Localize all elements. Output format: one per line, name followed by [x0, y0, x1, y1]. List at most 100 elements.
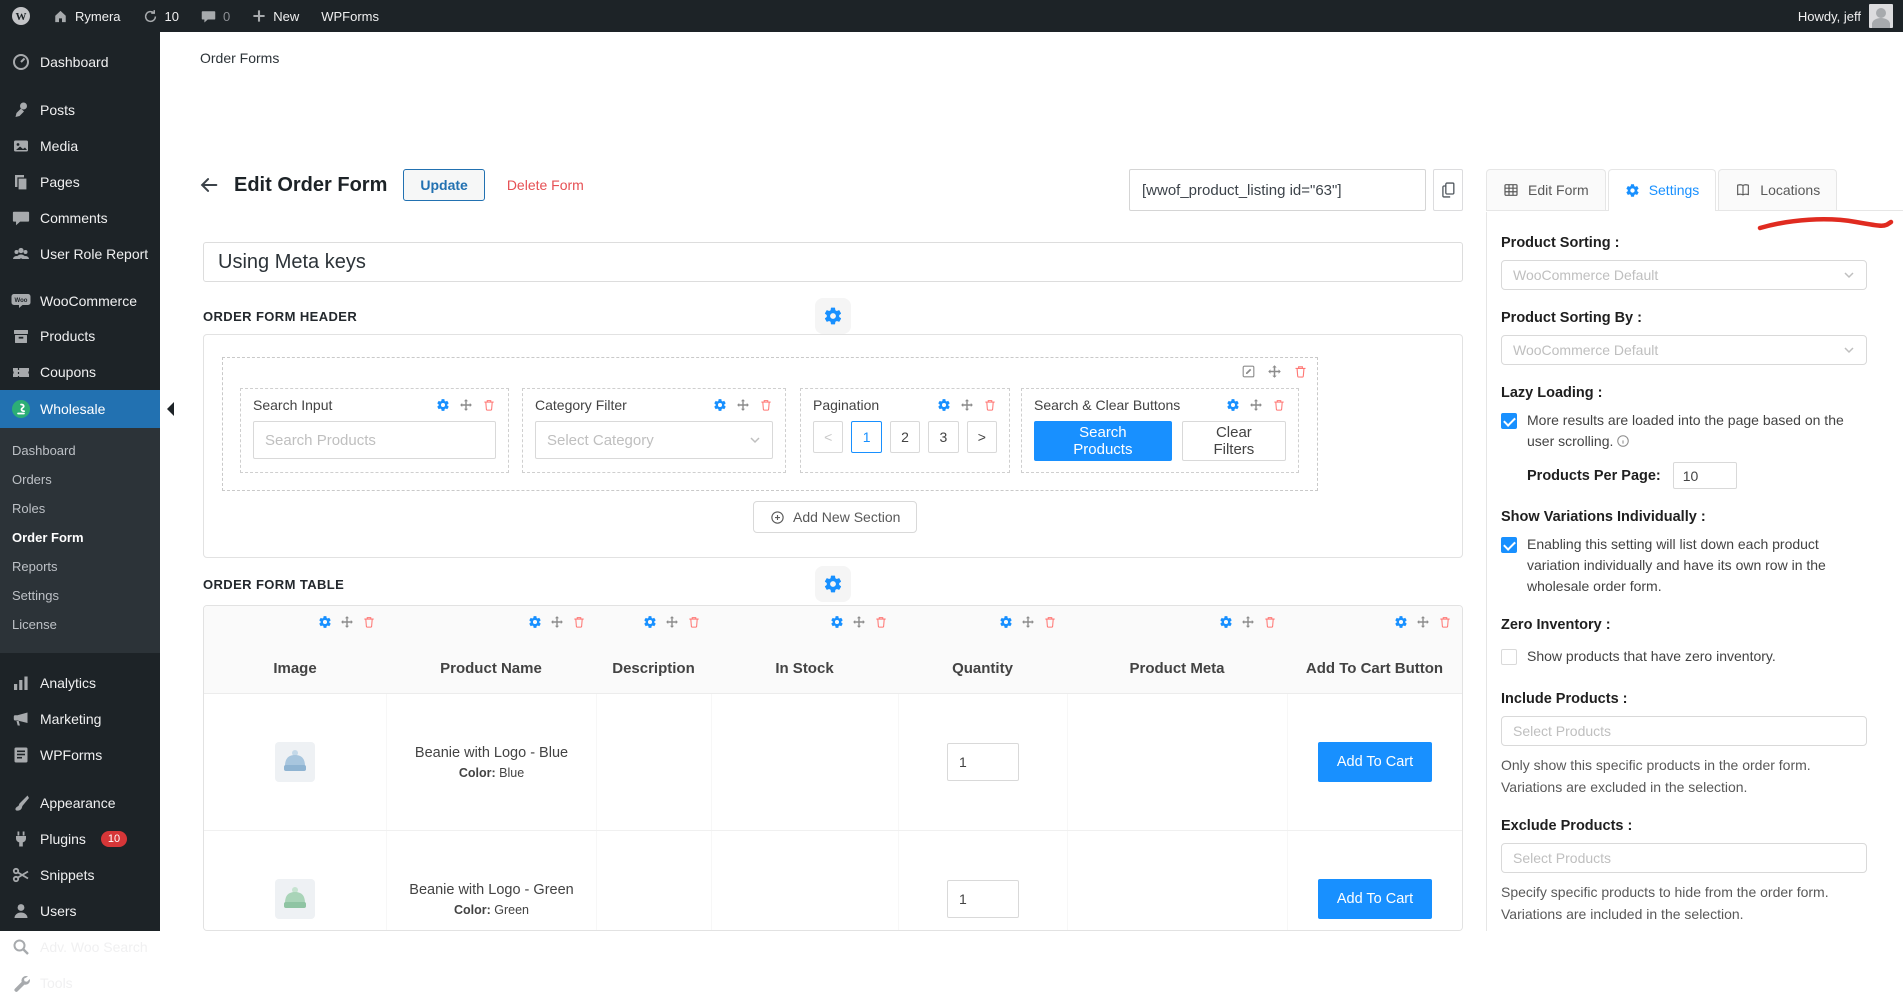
copy-shortcode-button[interactable]	[1433, 169, 1463, 211]
column-delete-icon[interactable]	[874, 615, 888, 629]
sidebar-item-products[interactable]: Products	[0, 318, 160, 354]
delete-form-link[interactable]: Delete Form	[507, 177, 584, 193]
sidebar-item-woocommerce[interactable]: Woo WooCommerce	[0, 284, 160, 318]
column-move-icon[interactable]	[550, 615, 564, 629]
widget-move-icon[interactable]	[736, 398, 750, 412]
exclude-products-select[interactable]: Select Products	[1501, 843, 1867, 873]
column-move-icon[interactable]	[1241, 615, 1255, 629]
info-icon[interactable]	[1616, 434, 1630, 448]
lazy-loading-checkbox[interactable]	[1501, 413, 1517, 429]
quantity-input[interactable]	[947, 743, 1019, 781]
pagination-prev-button[interactable]: <	[813, 421, 843, 453]
tab-locations[interactable]: Locations	[1718, 169, 1837, 210]
pagination-page-3[interactable]: 3	[928, 421, 958, 453]
sidebar-item-wpforms[interactable]: WPForms	[0, 737, 160, 773]
category-select[interactable]: Select Category	[535, 421, 773, 459]
column-delete-icon[interactable]	[572, 615, 586, 629]
sidebar-item-users[interactable]: Users	[0, 893, 160, 929]
wordpress-logo-icon[interactable]: W	[0, 0, 42, 32]
updates-link[interactable]: 10	[132, 0, 190, 32]
sidebar-item-adv-woo-search[interactable]: Adv. Woo Search	[0, 929, 160, 965]
back-arrow-icon[interactable]	[198, 174, 222, 196]
sidebar-item-media[interactable]: Media	[0, 128, 160, 164]
column-settings-icon[interactable]	[318, 615, 332, 629]
sidebar-item-snippets[interactable]: Snippets	[0, 857, 160, 893]
column-settings-icon[interactable]	[999, 615, 1013, 629]
column-delete-icon[interactable]	[1438, 615, 1452, 629]
tab-edit-form[interactable]: Edit Form	[1486, 169, 1606, 210]
column-product-meta[interactable]: Product Meta	[1067, 606, 1287, 693]
sidebar-item-appearance[interactable]: Appearance	[0, 785, 160, 821]
sidebar-item-plugins[interactable]: Plugins 10	[0, 821, 160, 857]
column-move-icon[interactable]	[1021, 615, 1035, 629]
column-quantity[interactable]: Quantity	[898, 606, 1067, 693]
new-content-link[interactable]: New	[241, 0, 310, 32]
column-product-name[interactable]: Product Name	[386, 606, 596, 693]
header-row-container[interactable]: Search Input Search Products Category Fi…	[222, 357, 1318, 491]
widget-move-icon[interactable]	[960, 398, 974, 412]
pagination-page-2[interactable]: 2	[890, 421, 920, 453]
column-add-to-cart[interactable]: Add To Cart Button	[1287, 606, 1462, 693]
sidebar-item-tools[interactable]: Tools	[0, 965, 160, 1001]
column-move-icon[interactable]	[665, 615, 679, 629]
widget-settings-icon[interactable]	[937, 398, 951, 412]
widget-settings-icon[interactable]	[1226, 398, 1240, 412]
search-products-input[interactable]: Search Products	[253, 421, 496, 459]
widget-move-icon[interactable]	[459, 398, 473, 412]
shortcode-input[interactable]	[1129, 169, 1426, 211]
sidebar-item-coupons[interactable]: Coupons	[0, 354, 160, 390]
quantity-input[interactable]	[947, 880, 1019, 918]
column-delete-icon[interactable]	[1263, 615, 1277, 629]
site-home-link[interactable]: Rymera	[42, 0, 132, 32]
update-button[interactable]: Update	[403, 169, 484, 201]
search-products-button[interactable]: Search Products	[1034, 421, 1172, 461]
widget-delete-icon[interactable]	[983, 398, 997, 412]
sidebar-item-dashboard[interactable]: Dashboard	[0, 44, 160, 80]
column-description[interactable]: Description	[596, 606, 711, 693]
widget-delete-icon[interactable]	[1272, 398, 1286, 412]
product-sorting-select[interactable]: WooCommerce Default	[1501, 260, 1867, 290]
category-filter-widget[interactable]: Category Filter Select Category	[522, 388, 786, 473]
avatar[interactable]	[1869, 4, 1893, 28]
widget-move-icon[interactable]	[1249, 398, 1263, 412]
products-per-page-input[interactable]	[1673, 462, 1737, 489]
sidebar-item-posts[interactable]: Posts	[0, 92, 160, 128]
column-move-icon[interactable]	[340, 615, 354, 629]
column-settings-icon[interactable]	[830, 615, 844, 629]
widget-settings-icon[interactable]	[713, 398, 727, 412]
widget-delete-icon[interactable]	[482, 398, 496, 412]
pagination-widget[interactable]: Pagination < 1 2 3 >	[800, 388, 1010, 473]
column-image[interactable]: Image	[204, 606, 386, 693]
show-variations-checkbox[interactable]	[1501, 537, 1517, 553]
search-clear-buttons-widget[interactable]: Search & Clear Buttons Search Products C…	[1021, 388, 1299, 473]
sidebar-item-comments[interactable]: Comments	[0, 200, 160, 236]
edit-row-icon[interactable]	[1241, 364, 1256, 379]
column-delete-icon[interactable]	[1043, 615, 1057, 629]
add-to-cart-button[interactable]: Add To Cart	[1318, 879, 1432, 919]
add-new-section-button[interactable]: Add New Section	[753, 501, 917, 533]
delete-row-icon[interactable]	[1293, 364, 1308, 379]
sidebar-item-user-role-report[interactable]: User Role Report	[0, 236, 160, 272]
pagination-page-1[interactable]: 1	[851, 421, 881, 453]
submenu-item-reports[interactable]: Reports	[0, 552, 160, 581]
column-in-stock[interactable]: In Stock	[711, 606, 898, 693]
submenu-item-orders[interactable]: Orders	[0, 465, 160, 494]
move-row-icon[interactable]	[1267, 364, 1282, 379]
zero-inventory-checkbox[interactable]	[1501, 649, 1517, 665]
column-settings-icon[interactable]	[528, 615, 542, 629]
table-section-gear-button[interactable]	[815, 566, 851, 602]
column-delete-icon[interactable]	[687, 615, 701, 629]
column-move-icon[interactable]	[852, 615, 866, 629]
product-sorting-by-select[interactable]: WooCommerce Default	[1501, 335, 1867, 365]
pagination-next-button[interactable]: >	[967, 421, 997, 453]
include-products-select[interactable]: Select Products	[1501, 716, 1867, 746]
form-name-input[interactable]	[203, 242, 1463, 282]
column-settings-icon[interactable]	[643, 615, 657, 629]
column-settings-icon[interactable]	[1219, 615, 1233, 629]
sidebar-item-wholesale[interactable]: Wholesale	[0, 390, 160, 428]
submenu-item-order-form[interactable]: Order Form	[0, 523, 160, 552]
submenu-item-roles[interactable]: Roles	[0, 494, 160, 523]
sidebar-item-marketing[interactable]: Marketing	[0, 701, 160, 737]
column-delete-icon[interactable]	[362, 615, 376, 629]
wpforms-toolbar-link[interactable]: WPForms	[310, 0, 390, 32]
